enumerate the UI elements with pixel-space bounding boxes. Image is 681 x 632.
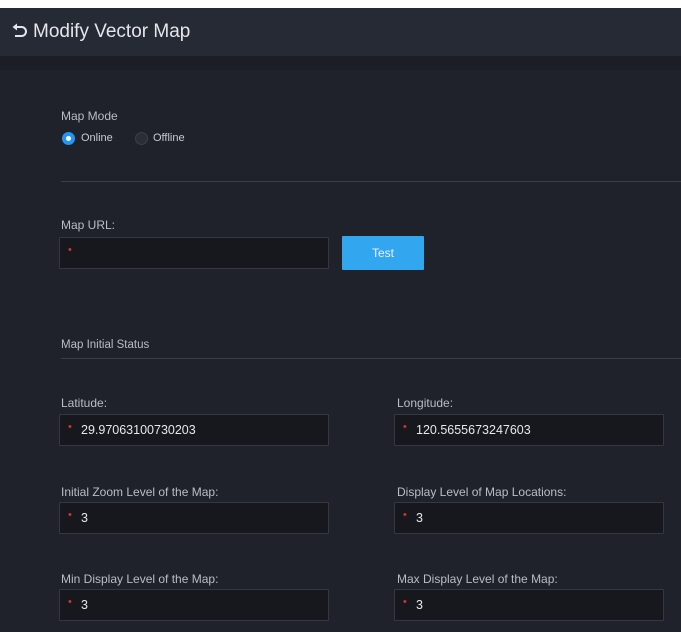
back-arrow-icon[interactable] [10, 22, 28, 40]
online-radio-label[interactable]: Online [81, 132, 113, 145]
offline-radio-label[interactable]: Offline [153, 132, 185, 145]
header-shadow-strip [0, 56, 681, 70]
max-level-label: Max Display Level of the Map: [397, 572, 558, 586]
modify-vector-map-panel: Modify Vector Map Map Mode Online Offlin… [0, 8, 681, 632]
section-divider [61, 181, 681, 182]
required-marker: • [68, 596, 72, 608]
display-level-label: Display Level of Map Locations: [397, 485, 567, 499]
min-level-label: Min Display Level of the Map: [61, 572, 219, 586]
min-level-value: 3 [81, 598, 88, 612]
map-url-label: Map URL: [61, 218, 116, 232]
max-level-value: 3 [416, 598, 423, 612]
latitude-label: Latitude: [61, 396, 108, 410]
latitude-input[interactable]: • 29.97063100730203 [59, 414, 329, 446]
required-marker: • [403, 596, 407, 608]
required-marker: • [68, 509, 72, 521]
test-button[interactable]: Test [342, 236, 424, 270]
offline-radio[interactable] [135, 132, 148, 145]
map-initial-status-heading: Map Initial Status [61, 339, 150, 351]
map-url-input[interactable]: • [59, 237, 329, 269]
required-marker: • [68, 244, 72, 256]
required-marker: • [68, 421, 72, 433]
required-marker: • [403, 509, 407, 521]
map-mode-label: Map Mode [61, 109, 118, 123]
max-level-input[interactable]: • 3 [394, 589, 664, 621]
latitude-value: 29.97063100730203 [81, 423, 196, 437]
display-level-input[interactable]: • 3 [394, 502, 664, 534]
longitude-value: 120.5655673247603 [416, 423, 531, 437]
initial-zoom-label: Initial Zoom Level of the Map: [61, 485, 219, 499]
longitude-label: Longitude: [397, 396, 454, 410]
min-level-input[interactable]: • 3 [59, 589, 329, 621]
required-marker: • [403, 421, 407, 433]
longitude-input[interactable]: • 120.5655673247603 [394, 414, 664, 446]
initial-zoom-value: 3 [81, 511, 88, 525]
page-title: Modify Vector Map [33, 21, 191, 42]
display-level-value: 3 [416, 511, 423, 525]
online-radio[interactable] [62, 132, 75, 145]
header-bar: Modify Vector Map [0, 8, 681, 56]
initial-status-divider [61, 358, 681, 359]
initial-zoom-input[interactable]: • 3 [59, 502, 329, 534]
